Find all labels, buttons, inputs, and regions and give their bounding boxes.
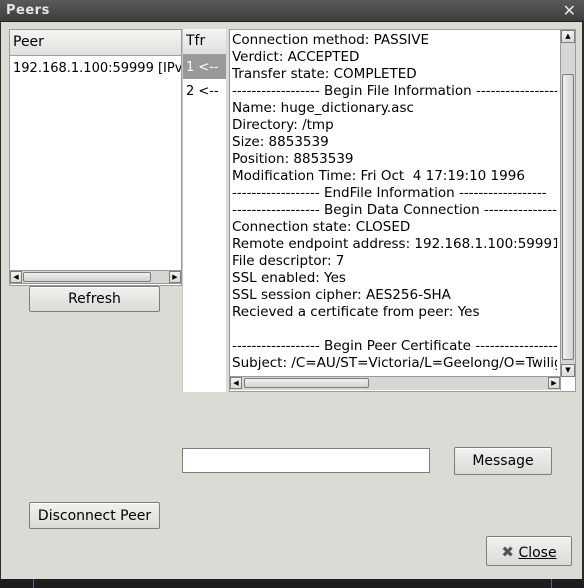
bottom-edge [0, 579, 584, 588]
scrollbar-thumb[interactable] [23, 272, 151, 282]
transfer-row[interactable]: 2 <-- [183, 79, 226, 103]
detail-line: SSL enabled: Yes [232, 270, 346, 286]
detail-vscrollbar[interactable]: ▲ ▼ [560, 30, 575, 377]
disconnect-peer-button[interactable]: Disconnect Peer [29, 502, 160, 529]
detail-line: Transfer state: COMPLETED [232, 66, 417, 82]
detail-line: ------------------ EndFile Information -… [232, 185, 547, 201]
detail-line: Modification Time: Fri Oct 4 17:19:10 19… [232, 168, 525, 184]
detail-line: Verdict: ACCEPTED [232, 49, 360, 65]
transfer-row[interactable]: 1 <-- [183, 55, 226, 79]
scroll-right-arrow-icon[interactable]: ▶ [169, 271, 181, 283]
detail-line: ------------------ Begin File Informatio… [232, 83, 557, 99]
scroll-down-arrow-icon[interactable]: ▼ [561, 364, 575, 377]
detail-line: Recieved a certificate from peer: Yes [232, 304, 480, 320]
transfer-column-header[interactable]: Tfr [183, 29, 226, 55]
message-button[interactable]: Message [454, 447, 552, 475]
detail-line: Remote endpoint address: 192.168.1.100:5… [232, 236, 557, 252]
close-button-label: Close [518, 545, 557, 561]
detail-text: Connection method: PASSIVE Verdict: ACCEP… [232, 32, 557, 374]
scroll-left-arrow-icon[interactable]: ◀ [230, 377, 242, 389]
scroll-up-arrow-icon[interactable]: ▲ [561, 30, 575, 43]
detail-line: SSL session cipher: AES256-SHA [232, 287, 451, 303]
detail-line: Size: 8853539 [232, 134, 329, 150]
detail-line: Subject: /C=AU/ST=Victoria/L=Geelong/O=T… [232, 355, 557, 371]
scrollbar-thumb[interactable] [244, 378, 369, 388]
detail-line: Connection state: CLOSED [232, 219, 411, 235]
detail-line: ------------------ Begin Data Connection… [232, 202, 557, 218]
dialog-body: Peer 192.168.1.100:59999 [IPv4] ◀ ▶ Refr… [1, 22, 582, 579]
detail-line: Connection method: PASSIVE [232, 32, 430, 48]
refresh-button[interactable]: Refresh [29, 286, 160, 312]
transfer-list[interactable]: Tfr 1 <-- 2 <-- [182, 29, 226, 392]
detail-line: Directory: /tmp [232, 117, 334, 133]
detail-line: Position: 8853539 [232, 151, 354, 167]
detail-hscrollbar[interactable]: ◀ ▶ [230, 376, 561, 390]
window-titlebar: Peers ✕ [0, 0, 584, 22]
peer-row[interactable]: 192.168.1.100:59999 [IPv4] [10, 56, 181, 80]
detail-line: ------------------ Begin Peer Certificat… [232, 338, 557, 354]
detail-line: Name: huge_dictionary.asc [232, 100, 414, 116]
message-input[interactable] [182, 448, 430, 473]
transfer-detail-view[interactable]: Connection method: PASSIVE Verdict: ACCEP… [229, 29, 576, 392]
window-close-icon[interactable]: ✕ [563, 1, 576, 20]
window-title: Peers [6, 3, 50, 18]
scroll-left-arrow-icon[interactable]: ◀ [10, 271, 22, 283]
detail-line [232, 321, 557, 338]
close-x-icon: ✖ [501, 543, 514, 561]
peer-column-header[interactable]: Peer [10, 30, 181, 56]
peer-list[interactable]: Peer 192.168.1.100:59999 [IPv4] [9, 29, 182, 286]
detail-line: File descriptor: 7 [232, 253, 345, 269]
peer-list-hscrollbar[interactable]: ◀ ▶ [9, 270, 182, 284]
scroll-right-arrow-icon[interactable]: ▶ [548, 377, 560, 389]
scrollbar-thumb[interactable] [562, 74, 574, 360]
close-button[interactable]: ✖ Close [486, 536, 572, 566]
